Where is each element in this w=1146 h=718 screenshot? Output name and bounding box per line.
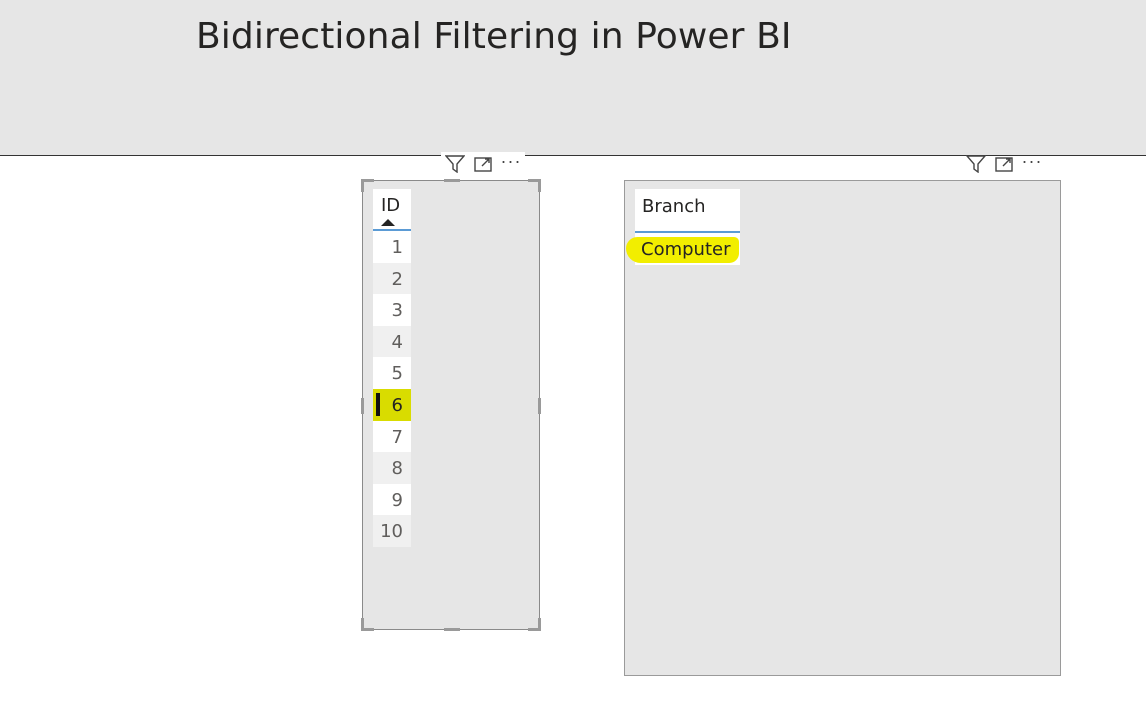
- focus-mode-icon[interactable]: [990, 153, 1018, 175]
- resize-handle-top[interactable]: [444, 179, 460, 182]
- focus-mode-icon[interactable]: [469, 153, 497, 175]
- table-row[interactable]: Computer: [626, 233, 740, 265]
- more-options-icon[interactable]: ···: [497, 150, 525, 178]
- id-table: ID 1 2 3 4 5 6 7 8 9 10: [373, 189, 411, 547]
- resize-handle-left[interactable]: [361, 398, 364, 414]
- table-row-selected[interactable]: 6: [373, 388, 411, 421]
- sort-ascending-icon[interactable]: [381, 219, 395, 226]
- table-row[interactable]: 7: [373, 420, 411, 453]
- table-row[interactable]: 9: [373, 483, 411, 516]
- id-slicer-visual[interactable]: ID 1 2 3 4 5 6 7 8 9 10: [361, 179, 541, 631]
- resize-handle-bottom-left[interactable]: [361, 618, 374, 631]
- resize-handle-bottom[interactable]: [444, 628, 460, 631]
- report-title: Bidirectional Filtering in Power BI: [196, 16, 792, 57]
- table-row[interactable]: 8: [373, 452, 411, 484]
- filter-icon[interactable]: [962, 153, 990, 175]
- branch-table: Branch Computer: [626, 189, 740, 265]
- table-row[interactable]: 1: [373, 231, 411, 263]
- branch-visual-header: ···: [962, 152, 1046, 176]
- resize-handle-top-right[interactable]: [528, 179, 541, 192]
- report-title-banner: Bidirectional Filtering in Power BI: [0, 0, 1146, 156]
- table-row[interactable]: 4: [373, 325, 411, 358]
- table-row[interactable]: 5: [373, 357, 411, 389]
- branch-column-header[interactable]: Branch: [635, 189, 740, 233]
- table-row[interactable]: 3: [373, 294, 411, 326]
- branch-table-visual[interactable]: Branch Computer: [624, 180, 1061, 676]
- id-column-header[interactable]: ID: [373, 189, 411, 231]
- resize-handle-right[interactable]: [538, 398, 541, 414]
- table-row[interactable]: 10: [373, 515, 411, 547]
- table-row[interactable]: 2: [373, 262, 411, 295]
- more-options-icon[interactable]: ···: [1018, 150, 1046, 178]
- filter-icon[interactable]: [441, 153, 469, 175]
- id-visual-header: ···: [441, 152, 525, 176]
- resize-handle-bottom-right[interactable]: [528, 618, 541, 631]
